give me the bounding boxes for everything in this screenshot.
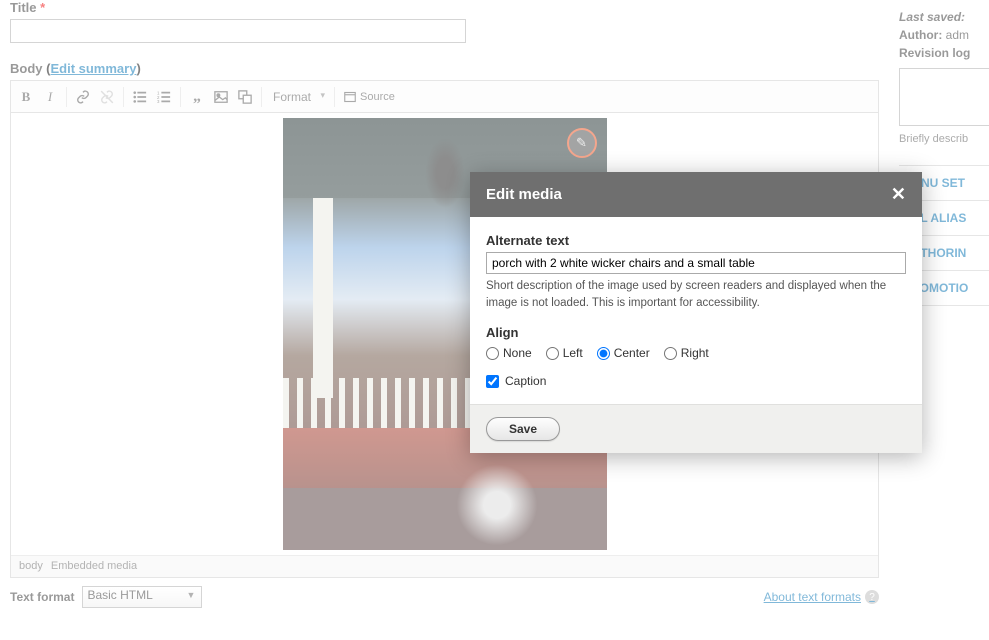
edit-media-modal: Edit media ✕ Alternate text Short descri… <box>470 172 922 453</box>
close-button[interactable]: ✕ <box>891 184 906 205</box>
align-left[interactable]: Left <box>546 346 583 360</box>
alt-text-input[interactable] <box>486 252 906 274</box>
save-button[interactable]: Save <box>486 417 560 441</box>
modal-header: Edit media ✕ <box>470 172 922 217</box>
align-center[interactable]: Center <box>597 346 650 360</box>
align-options: None Left Center Right <box>486 346 906 360</box>
close-icon: ✕ <box>891 184 906 204</box>
caption-checkbox[interactable]: Caption <box>486 374 906 388</box>
align-none[interactable]: None <box>486 346 532 360</box>
alt-text-label: Alternate text <box>486 233 906 248</box>
align-right[interactable]: Right <box>664 346 709 360</box>
alt-text-description: Short description of the image used by s… <box>486 278 906 311</box>
align-label: Align <box>486 325 906 340</box>
modal-title: Edit media <box>486 186 562 203</box>
